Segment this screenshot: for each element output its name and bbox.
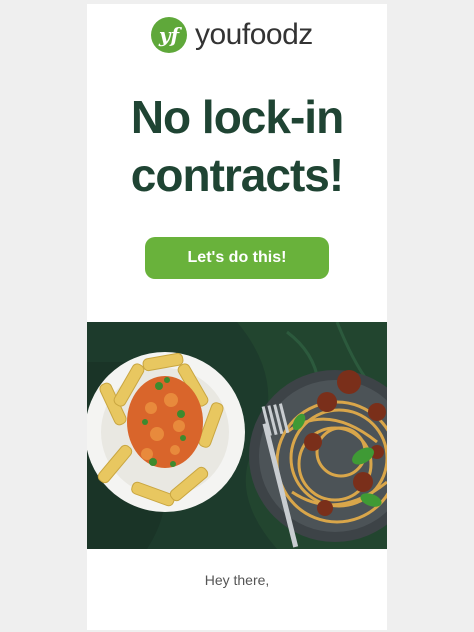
- headline: No lock-in contracts!: [87, 88, 387, 204]
- brand-name: youfoodz: [195, 18, 313, 51]
- headline-line-2: contracts!: [130, 149, 344, 201]
- hero-food-image[interactable]: [87, 322, 387, 549]
- email-body: yf youfoodz No lock-in contracts! Let's …: [87, 4, 387, 630]
- pasta-dish-image: [87, 352, 245, 512]
- brand-logo-icon: yf: [151, 17, 187, 53]
- greeting-text: Hey there,: [204, 572, 270, 588]
- brand-logo[interactable]: yf youfoodz: [151, 17, 313, 53]
- headline-line-1: No lock-in: [130, 91, 344, 143]
- cta-button[interactable]: Let's do this!: [145, 237, 329, 279]
- hero-illustration: [87, 322, 387, 549]
